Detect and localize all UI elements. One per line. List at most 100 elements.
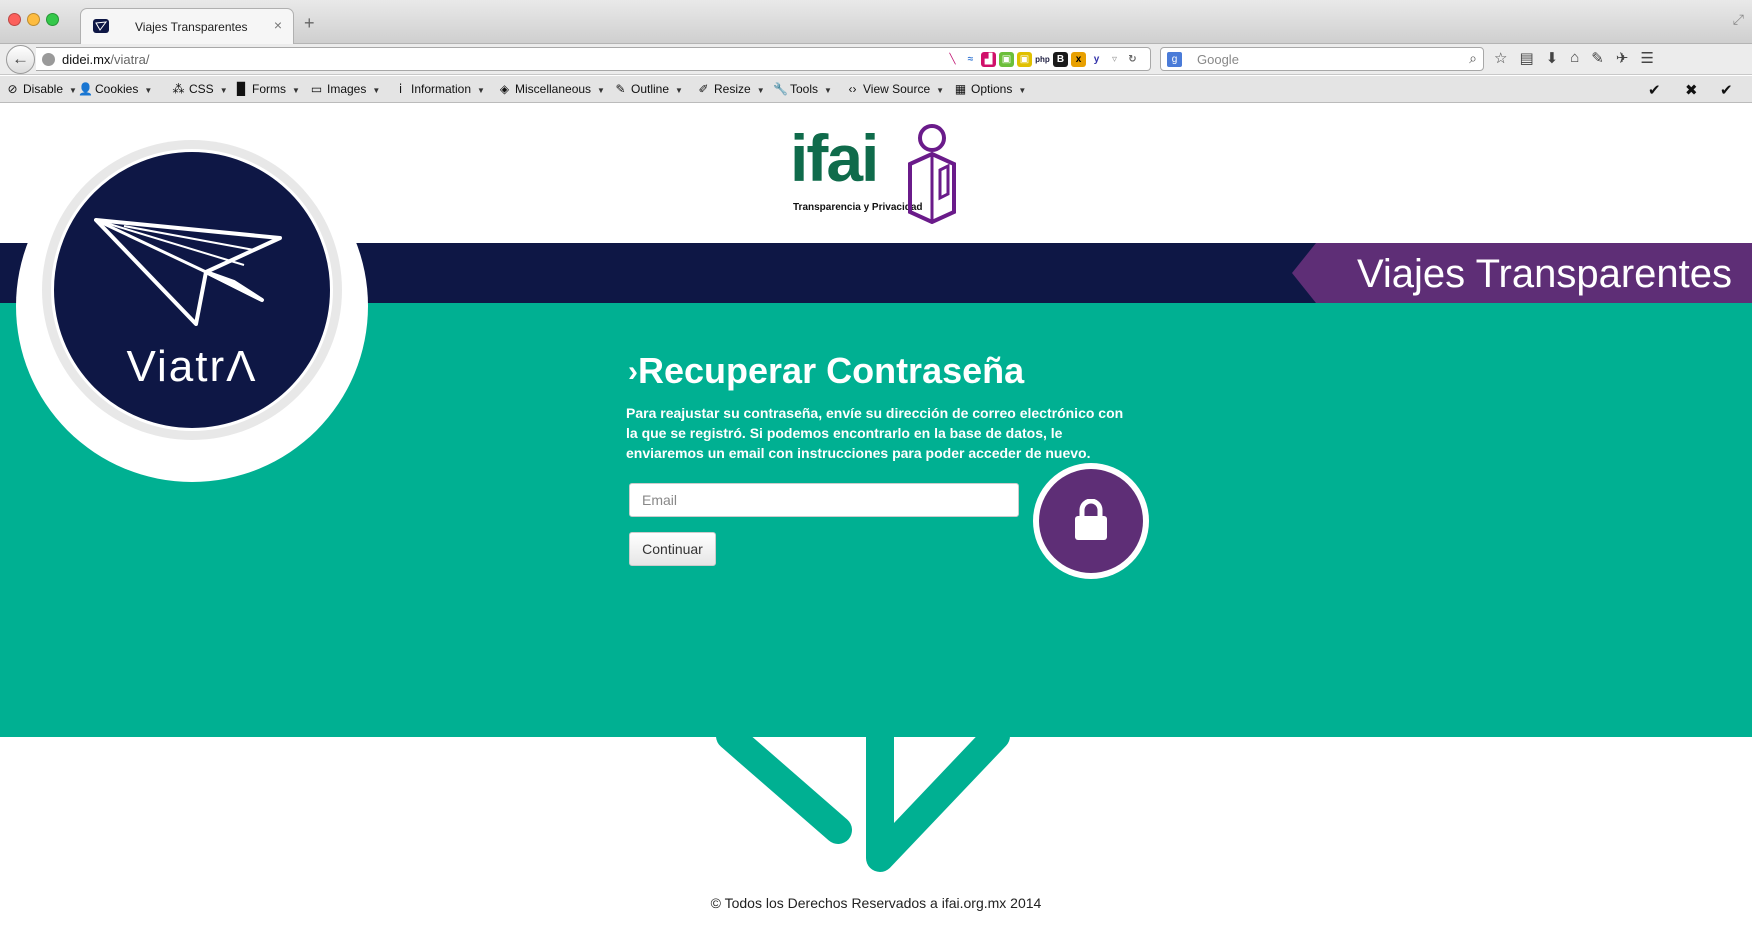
new-tab-button[interactable]: +: [304, 13, 315, 34]
window-titlebar: Viajes Transparentes × + ⤢: [0, 0, 1752, 45]
toolbar-resize[interactable]: ✐ Resize ▼: [697, 82, 764, 96]
viatra-badge[interactable]: ViatrΛ: [16, 130, 368, 482]
download-icon[interactable]: ⬇: [1546, 49, 1559, 67]
transparency-figure-icon: [908, 124, 956, 224]
toolbar-outline-label: Outline: [631, 82, 670, 96]
footer-text: © Todos los Derechos Reservados a ifai.o…: [710, 895, 1042, 911]
image-icon: ▭: [310, 82, 323, 96]
toolbar-forms[interactable]: ▉ Forms ▼: [235, 82, 300, 96]
x-icon[interactable]: x: [1071, 52, 1086, 67]
globe-icon: [42, 53, 55, 66]
toolbar-options[interactable]: ▦ Options ▼: [954, 82, 1026, 96]
web-page: ifai Transparencia y Privacidad Viajes T…: [0, 104, 1752, 942]
toolbar-cookies[interactable]: 👤 Cookies ▼: [78, 82, 152, 96]
badge-inner: ViatrΛ: [51, 149, 333, 431]
badge-text: ViatrΛ: [126, 342, 258, 391]
form-description: Para reajustar su contraseña, envíe su d…: [626, 405, 1124, 461]
accessibility-check-icon[interactable]: ✔: [1720, 81, 1733, 99]
toolbar-miscellaneous-label: Miscellaneous: [515, 82, 592, 96]
navigation-bar: didei.mx/viatra/ ╲ ≈ ▟ ▣ ▣ php B x y ▿ ↻…: [0, 44, 1752, 75]
paper-plane-icon: [94, 218, 282, 326]
lock-badge-inner: [1039, 469, 1143, 573]
resize-icon: ✐: [698, 82, 709, 96]
toolbar-miscellaneous[interactable]: ◈ Miscellaneous ▼: [498, 82, 605, 96]
toolbar-view-source-label: View Source: [863, 82, 931, 96]
title-banner: Viajes Transparentes: [1292, 243, 1752, 303]
maximize-window-button[interactable]: [46, 13, 59, 26]
lock-badge: [1033, 463, 1149, 579]
search-bar[interactable]: g Google ⌕: [1160, 47, 1484, 71]
banner-title: Viajes Transparentes: [1356, 252, 1732, 296]
toolbar-tools[interactable]: 🔧 Tools ▼: [773, 82, 832, 96]
clipboard-icon: ▉: [236, 82, 247, 96]
validate-check-icon[interactable]: ✔: [1648, 81, 1661, 99]
toolbar-cookies-label: Cookies: [95, 82, 139, 96]
toolbar-resize-label: Resize: [714, 82, 751, 96]
lock-addon-icon[interactable]: ▣: [999, 52, 1014, 67]
ban-icon: ⊘: [7, 82, 18, 96]
toolbar-outline[interactable]: ✎ Outline ▼: [614, 82, 682, 96]
b-icon[interactable]: B: [1053, 52, 1068, 67]
toolbar-information[interactable]: ⅰ Information ▼: [394, 82, 485, 96]
google-engine-icon[interactable]: g: [1167, 52, 1182, 67]
lock-icon: [1075, 499, 1107, 540]
home-icon[interactable]: ⌂: [1570, 49, 1579, 67]
toolbar-disable[interactable]: ⊘ Disable ▼: [6, 82, 76, 96]
error-x-icon[interactable]: ✖: [1685, 81, 1698, 99]
search-placeholder: Google: [1197, 52, 1239, 67]
toolbar-forms-label: Forms: [252, 82, 286, 96]
chevron-right-icon: ›: [628, 355, 638, 388]
wave-icon[interactable]: ≈: [963, 52, 978, 67]
form-title-text: Recuperar Contraseña: [638, 350, 1025, 391]
paper-plane-favicon-icon: [93, 19, 109, 33]
search-icon[interactable]: ⌕: [1469, 50, 1477, 67]
lock-yellow-icon[interactable]: ▣: [1017, 52, 1032, 67]
tools-icon[interactable]: ✎: [1591, 49, 1604, 67]
ifai-logo[interactable]: ifai Transparencia y Privacidad: [788, 120, 968, 224]
logo-text: ifai: [790, 121, 879, 195]
addon-icons: ╲ ≈ ▟ ▣ ▣ php B x y ▿ ↻: [945, 52, 1140, 67]
feather-icon[interactable]: ╲: [945, 52, 960, 67]
v-decoration: [716, 734, 1010, 872]
menu-icon[interactable]: ☰: [1640, 49, 1653, 67]
info-icon: ⅰ: [398, 82, 403, 96]
php-icon[interactable]: php: [1035, 52, 1050, 67]
toolbar-images-label: Images: [327, 82, 367, 96]
y-icon[interactable]: y: [1089, 52, 1104, 67]
browser-tab[interactable]: Viajes Transparentes ×: [80, 8, 294, 45]
nav-icons: ☆ ▤ ⬇ ⌂ ✎ ✈ ☰: [1494, 49, 1654, 67]
reading-list-icon[interactable]: ▤: [1519, 49, 1533, 67]
url-bar[interactable]: didei.mx/viatra/ ╲ ≈ ▟ ▣ ▣ php B x y ▿ ↻: [36, 47, 1151, 71]
toolbar-css[interactable]: ⁂ CSS ▼: [172, 82, 228, 96]
pencil-icon: ✎: [615, 82, 626, 96]
continue-button[interactable]: Continuar: [629, 532, 716, 566]
bookmark-star-icon[interactable]: ☆: [1494, 49, 1507, 67]
code-icon: ‹›: [848, 82, 857, 96]
toolbar-css-label: CSS: [189, 82, 214, 96]
email-field[interactable]: [629, 483, 1019, 517]
tab-title: Viajes Transparentes: [135, 20, 248, 34]
wand-icon: ⁂: [172, 82, 185, 96]
back-button[interactable]: ←: [6, 45, 35, 74]
extension-icon[interactable]: ✈: [1616, 49, 1629, 67]
toolbar-images[interactable]: ▭ Images ▼: [310, 82, 380, 96]
grid-icon: ▦: [954, 82, 967, 96]
url-domain: didei.mx: [62, 52, 111, 67]
url-text[interactable]: didei.mx/viatra/: [62, 52, 149, 67]
cube-icon: ◈: [499, 82, 510, 96]
url-path: /viatra/: [110, 52, 150, 67]
person-icon: 👤: [78, 82, 93, 96]
dropdown-icon[interactable]: ▿: [1107, 52, 1122, 67]
reload-icon[interactable]: ↻: [1125, 52, 1140, 67]
fullscreen-icon[interactable]: ⤢: [1733, 11, 1744, 28]
toolbar-disable-label: Disable: [23, 82, 64, 96]
close-window-button[interactable]: [8, 13, 21, 26]
badge-ring: ViatrΛ: [42, 140, 342, 440]
toolbar-tools-label: Tools: [790, 82, 819, 96]
web-developer-toolbar: ⊘ Disable ▼ 👤 Cookies ▼ ⁂ CSS ▼ ▉ Forms ▼ ▭ Image…: [0, 76, 1752, 103]
toolbar-view-source[interactable]: ‹› View Source ▼: [846, 82, 945, 96]
minimize-window-button[interactable]: [27, 13, 40, 26]
stairs-icon[interactable]: ▟: [981, 52, 996, 67]
toolbar-options-label: Options: [971, 82, 1013, 96]
tab-close-icon[interactable]: ×: [274, 17, 282, 33]
